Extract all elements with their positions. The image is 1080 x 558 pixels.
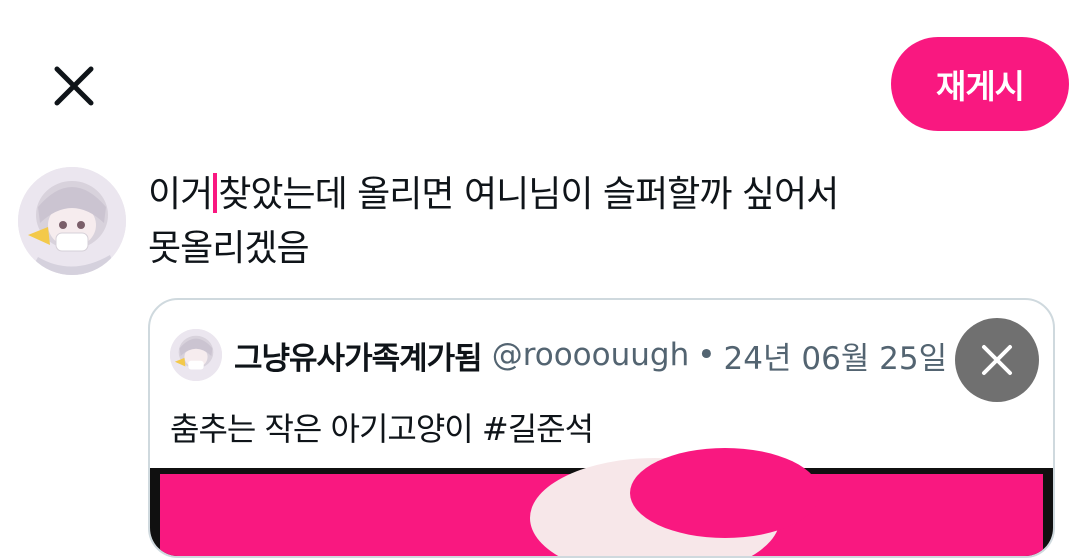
quoted-post-date: 24년 06월 25일 xyxy=(723,340,948,377)
repost-button[interactable]: 재게시 xyxy=(891,37,1069,131)
remove-quote-button[interactable] xyxy=(955,318,1039,402)
close-button[interactable] xyxy=(44,56,104,116)
separator-dot: • xyxy=(697,337,716,373)
close-icon xyxy=(54,66,94,106)
quoted-post-header: 그냥유사가족계가됨 @roooouugh • 24년 06월 25일 xyxy=(170,326,947,384)
close-icon xyxy=(982,345,1012,375)
compose-text-after-cursor: 찾았는데 올리면 여니님이 슬퍼할까 싶어서 xyxy=(218,174,839,215)
quoted-post-text: 춤추는 작은 아기고양이 #길준석 xyxy=(170,410,594,448)
quoted-author-name: 그냥유사가족계가됨 xyxy=(234,340,483,377)
compose-text-before-cursor: 이거 xyxy=(148,174,213,215)
quoted-post-card[interactable]: 그냥유사가족계가됨 @roooouugh • 24년 06월 25일 춤추는 작… xyxy=(148,298,1055,558)
avatar[interactable] xyxy=(18,167,126,275)
quoted-media[interactable] xyxy=(150,448,1053,556)
text-cursor xyxy=(213,173,218,213)
media-shape xyxy=(630,448,820,538)
avatar-image xyxy=(18,167,126,275)
compose-text-line-2: 못올리겠음 xyxy=(148,228,310,269)
quoted-avatar xyxy=(170,329,222,381)
compose-text[interactable]: 이거 찾았는데 올리면 여니님이 슬퍼할까 싶어서 못올리겠음 xyxy=(148,168,1048,276)
quoted-author-handle: @roooouugh xyxy=(491,337,690,373)
